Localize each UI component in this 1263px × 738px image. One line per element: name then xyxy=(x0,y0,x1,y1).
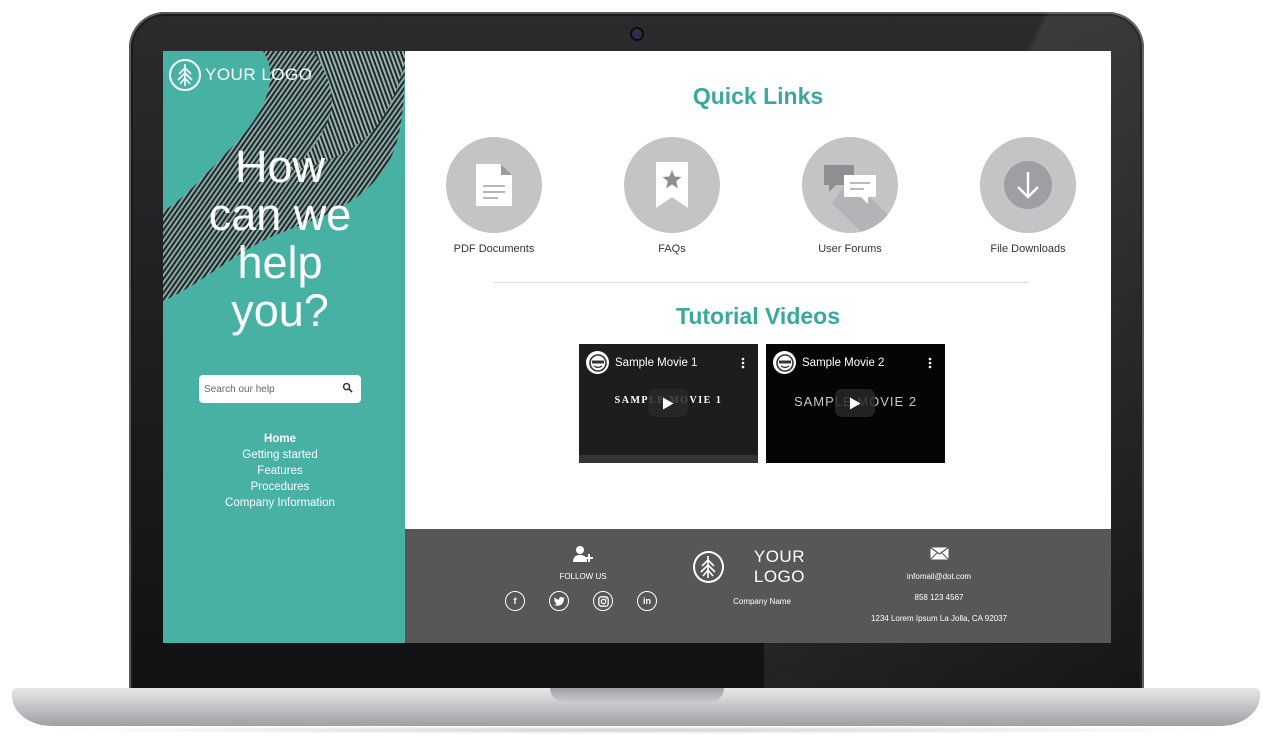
play-button-icon[interactable] xyxy=(648,389,688,417)
quick-links-title: Quick Links xyxy=(692,83,824,109)
add-user-icon xyxy=(573,546,593,567)
more-options-icon[interactable] xyxy=(928,356,932,374)
footer-contact-section: infomail@dot.com 858 123 4567 1234 Lorem… xyxy=(849,546,1029,623)
bookmark-star-icon xyxy=(624,137,720,233)
video-title[interactable]: Sample Movie 1 xyxy=(615,357,697,369)
nav-item-features[interactable]: Features xyxy=(163,463,397,479)
tree-logo-icon xyxy=(169,59,201,91)
nav-item-company-information[interactable]: Company Information xyxy=(163,495,397,511)
nav-item-getting-started[interactable]: Getting started xyxy=(163,447,397,463)
channel-avatar-icon[interactable] xyxy=(586,351,609,374)
video-header: Sample Movie 2 xyxy=(773,351,884,374)
quick-link-label: PDF Documents xyxy=(453,243,535,255)
download-icon xyxy=(980,137,1076,233)
section-divider xyxy=(494,282,1029,283)
quick-link-label: File Downloads xyxy=(990,243,1066,255)
contact-email[interactable]: infomail@dot.com xyxy=(849,573,1029,581)
sidebar: YOUR LOGO How can we help you? Home Gett… xyxy=(163,51,405,643)
social-links: f in xyxy=(505,591,661,611)
tree-logo-icon xyxy=(693,551,724,583)
footer-logo-text: YOUR LOGO xyxy=(753,547,805,586)
play-button-icon[interactable] xyxy=(835,389,875,417)
quick-link-file-downloads[interactable]: File Downloads xyxy=(953,137,1103,255)
quick-link-user-forums[interactable]: User Forums xyxy=(775,137,925,255)
company-name: Company Name xyxy=(733,597,791,606)
search-box xyxy=(199,375,361,403)
laptop-notch xyxy=(550,688,724,702)
footer: FOLLOW US f in YOUR LOGO Company Name in… xyxy=(405,529,1111,643)
video-player-2[interactable]: Sample Movie 2 SAMPLE MOVIE 2 xyxy=(766,344,945,463)
sidebar-logo[interactable]: YOUR LOGO xyxy=(169,59,312,91)
footer-follow-section: FOLLOW US f in xyxy=(505,545,661,611)
sidebar-logo-text: YOUR LOGO xyxy=(205,65,313,84)
follow-us-label: FOLLOW US xyxy=(559,572,607,581)
search-icon[interactable] xyxy=(342,380,353,398)
contact-phone: 858 123 4567 xyxy=(914,593,964,602)
document-icon xyxy=(446,137,542,233)
laptop-shadow xyxy=(30,726,1242,734)
twitter-icon[interactable] xyxy=(549,591,569,611)
footer-brand-section: YOUR LOGO Company Name xyxy=(693,547,831,606)
sidebar-nav: Home Getting started Features Procedures… xyxy=(163,431,397,511)
nav-item-procedures[interactable]: Procedures xyxy=(163,479,397,495)
more-options-icon[interactable] xyxy=(741,356,745,374)
linkedin-icon[interactable]: in xyxy=(637,591,657,611)
quick-link-label: User Forums xyxy=(818,243,882,255)
nav-item-home[interactable]: Home xyxy=(163,431,397,447)
webcam-icon xyxy=(632,29,642,39)
quick-link-label: FAQs xyxy=(658,243,686,255)
main-content: Quick Links PDF Documents FAQs User Foru… xyxy=(405,51,1111,529)
video-header: Sample Movie 1 xyxy=(586,351,697,374)
video-player-1[interactable]: Sample Movie 1 SAMPLE MOVIE 1 xyxy=(579,344,758,463)
quick-link-pdf-documents[interactable]: PDF Documents xyxy=(419,137,569,255)
facebook-icon[interactable]: f xyxy=(505,591,525,611)
footer-logo[interactable]: YOUR LOGO xyxy=(693,547,831,587)
quick-link-faqs[interactable]: FAQs xyxy=(597,137,747,255)
hero-heading: How can we help you? xyxy=(208,141,352,336)
tutorial-videos-title: Tutorial Videos xyxy=(675,303,840,329)
video-progress-bar xyxy=(579,455,758,463)
contact-address: 1234 Lorem Ipsum La Jolla, CA 92037 xyxy=(870,614,1008,623)
search-input[interactable] xyxy=(204,383,342,395)
chat-bubbles-icon xyxy=(802,137,898,233)
envelope-icon xyxy=(929,546,949,564)
instagram-icon[interactable] xyxy=(593,591,613,611)
video-title[interactable]: Sample Movie 2 xyxy=(802,357,884,369)
channel-avatar-icon[interactable] xyxy=(773,351,796,374)
laptop-screen: YOUR LOGO How can we help you? Home Gett… xyxy=(163,51,1111,643)
